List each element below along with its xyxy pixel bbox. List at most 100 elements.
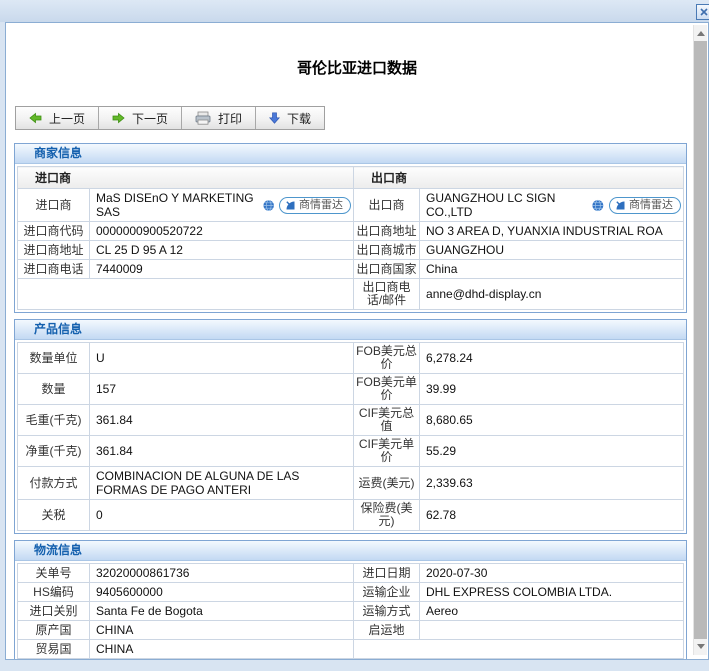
field-label: 数量单位 <box>17 342 90 374</box>
table-row: 贸易国 CHINA <box>17 639 684 659</box>
field-value: CL 25 D 95 A 12 <box>88 240 355 260</box>
download-arrow-icon <box>269 112 281 124</box>
product-section-header: 产品信息 <box>15 320 686 340</box>
table-row: 进口商电话 7440009 出口商国家 China <box>17 259 684 279</box>
field-label: 数量 <box>17 373 90 405</box>
field-label: 毛重(千克) <box>17 404 90 436</box>
field-label: 运费(美元) <box>353 466 420 500</box>
table-row: 进口商 MaS DISEnO Y MARKETING SAS 商情雷达 出口商 … <box>17 188 684 222</box>
field-label: 进口商地址 <box>17 240 90 260</box>
logistics-section-header: 物流信息 <box>15 541 686 561</box>
field-label: 进口关别 <box>17 601 90 621</box>
logistics-table: 关单号 32020000861736 进口日期 2020-07-30 HS编码 … <box>17 563 684 659</box>
printer-icon <box>195 111 211 125</box>
next-arrow-icon <box>112 112 125 124</box>
field-label: 贸易国 <box>17 639 90 659</box>
section-product-info: 产品信息 数量单位 U FOB美元总价 6,278.24 数量 157 FOB美… <box>14 319 687 534</box>
field-value: COMBINACION DE ALGUNA DE LAS FORMAS DE P… <box>89 466 354 500</box>
field-value: 7440009 <box>88 259 355 279</box>
table-row: 关税 0 保险费(美元) 62.78 <box>17 499 684 531</box>
field-label: 原产国 <box>17 620 90 640</box>
field-label: 净重(千克) <box>17 435 90 467</box>
close-icon <box>700 8 708 16</box>
radar-icon <box>286 200 295 209</box>
field-label: 运输方式 <box>353 601 420 621</box>
field-label: CIF美元单价 <box>353 435 420 467</box>
prev-page-button[interactable]: 上一页 <box>16 107 100 129</box>
field-value: 9405600000 <box>89 582 354 602</box>
field-value: 8,680.65 <box>419 404 684 436</box>
radar-badge-button[interactable]: 商情雷达 <box>279 196 352 214</box>
field-label: HS编码 <box>17 582 90 602</box>
print-button[interactable]: 打印 <box>182 107 257 129</box>
importer-name-cell: MaS DISEnO Y MARKETING SAS 商情雷达 <box>88 188 355 222</box>
field-value: U <box>89 342 354 374</box>
radar-badge-button[interactable]: 商情雷达 <box>609 196 681 214</box>
field-value: 6,278.24 <box>419 342 684 374</box>
importer-name: MaS DISEnO Y MARKETING SAS <box>96 191 254 219</box>
field-label: 启运地 <box>353 620 420 640</box>
table-row: 数量 157 FOB美元单价 39.99 <box>17 373 684 405</box>
field-label: 运输企业 <box>353 582 420 602</box>
field-label: 保险费(美元) <box>353 499 420 531</box>
scroll-down-button[interactable] <box>696 642 705 651</box>
field-label: 关税 <box>17 499 90 531</box>
product-table: 数量单位 U FOB美元总价 6,278.24 数量 157 FOB美元单价 3… <box>17 342 684 531</box>
field-value: 0 <box>89 499 354 531</box>
prev-page-label: 上一页 <box>49 111 86 126</box>
field-value: China <box>419 259 684 279</box>
table-row: 进口商地址 CL 25 D 95 A 12 出口商城市 GUANGZHOU <box>17 240 684 260</box>
field-label: 出口商 <box>353 188 421 222</box>
table-row: 进口商代码 0000000900520722 出口商地址 NO 3 AREA D… <box>17 221 684 241</box>
radar-badge-label: 商情雷达 <box>299 199 344 211</box>
table-row: 付款方式 COMBINACION DE ALGUNA DE LAS FORMAS… <box>17 466 684 500</box>
merchant-section-header: 商家信息 <box>15 144 686 164</box>
field-value: NO 3 AREA D, YUANXIA INDUSTRIAL ROA <box>419 221 684 241</box>
table-row: 毛重(千克) 361.84 CIF美元总值 8,680.65 <box>17 404 684 436</box>
field-value: 361.84 <box>89 404 354 436</box>
field-value: Santa Fe de Bogota <box>89 601 354 621</box>
import-record-panel: 哥伦比亚进口数据 上一页 下一页 打印 下载 商家信息 进口商 出口商 进口商 … <box>5 22 709 660</box>
exporter-subheader: 出口商 <box>353 166 684 189</box>
toolbar: 上一页 下一页 打印 下载 <box>15 106 326 130</box>
field-value: 157 <box>89 373 354 405</box>
field-label: 出口商城市 <box>353 240 421 260</box>
field-value: DHL EXPRESS COLOMBIA LTDA. <box>419 582 684 602</box>
field-value: 0000000900520722 <box>88 221 355 241</box>
field-value: 361.84 <box>89 435 354 467</box>
scroll-down-icon <box>696 644 705 649</box>
close-button[interactable] <box>696 4 709 20</box>
window-title-strip <box>0 0 709 22</box>
print-label: 打印 <box>218 111 243 126</box>
field-label: 付款方式 <box>17 466 90 500</box>
empty-cell <box>353 639 684 659</box>
merchant-table: 进口商 出口商 进口商 MaS DISEnO Y MARKETING SAS 商… <box>16 166 684 310</box>
field-value: 2020-07-30 <box>419 563 684 583</box>
globe-icon[interactable] <box>263 199 274 212</box>
table-row: HS编码 9405600000 运输企业 DHL EXPRESS COLOMBI… <box>17 582 684 602</box>
table-row: 进口关别 Santa Fe de Bogota 运输方式 Aereo <box>17 601 684 621</box>
table-row: 关单号 32020000861736 进口日期 2020-07-30 <box>17 563 684 583</box>
globe-icon[interactable] <box>592 199 604 212</box>
field-value: anne@dhd-display.cn <box>419 278 684 310</box>
radar-icon <box>616 200 625 209</box>
scroll-up-icon <box>696 31 705 36</box>
page-title: 哥伦比亚进口数据 <box>296 60 417 77</box>
importer-subheader: 进口商 <box>16 166 355 189</box>
prev-arrow-icon <box>29 112 42 124</box>
field-label: 进口商电话 <box>17 259 90 279</box>
record-content: 商家信息 进口商 出口商 进口商 MaS DISEnO Y MARKETING … <box>6 143 708 659</box>
field-label: CIF美元总值 <box>353 404 420 436</box>
field-value: 55.29 <box>419 435 684 467</box>
next-page-button[interactable]: 下一页 <box>99 107 183 129</box>
empty-cell <box>16 278 355 310</box>
download-button[interactable]: 下载 <box>256 107 325 129</box>
field-label: FOB美元总价 <box>353 342 420 374</box>
vertical-scrollbar[interactable] <box>693 25 707 655</box>
field-value: GUANGZHOU <box>419 240 684 260</box>
field-value: CHINA <box>89 639 354 659</box>
scroll-up-button[interactable] <box>696 29 705 38</box>
scrollbar-thumb[interactable] <box>694 41 707 639</box>
table-row: 出口商电话/邮件 anne@dhd-display.cn <box>16 278 684 310</box>
download-label: 下载 <box>287 111 312 126</box>
